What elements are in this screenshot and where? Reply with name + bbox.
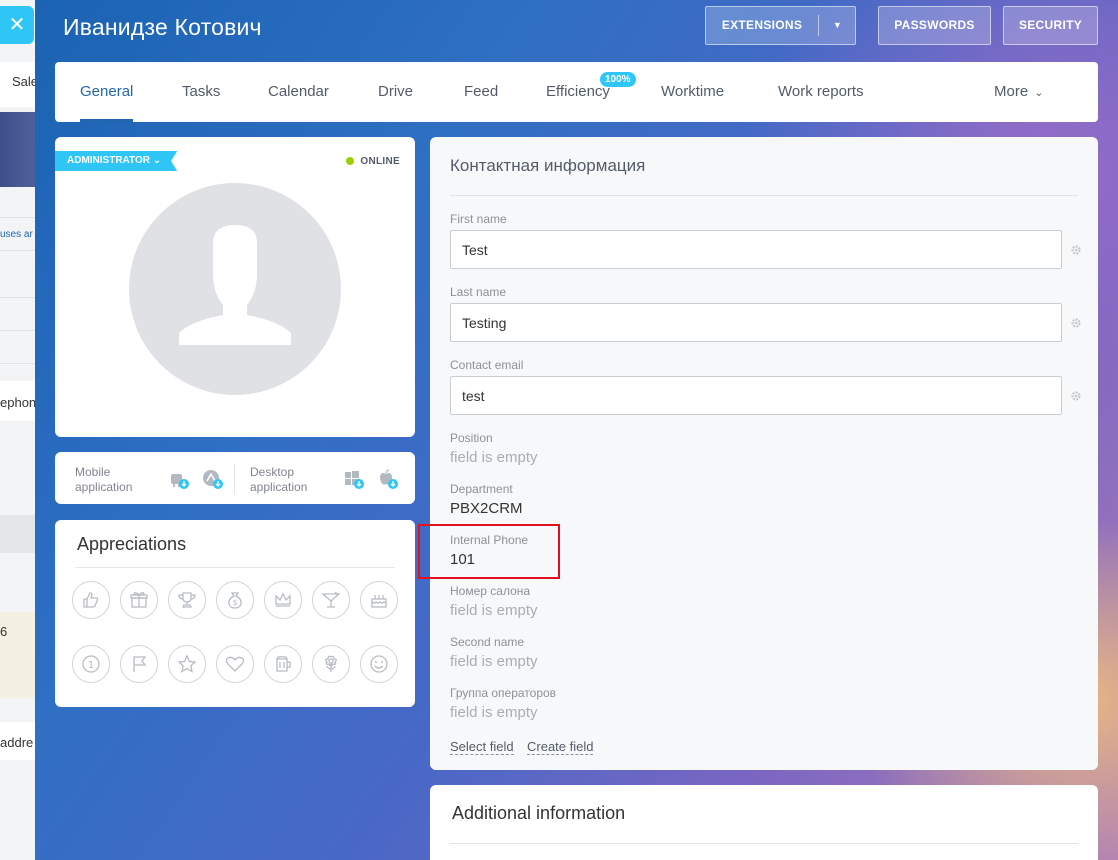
additional-info-title: Additional information: [452, 803, 626, 823]
role-label: ADMINISTRATOR: [67, 155, 150, 166]
avatar-card: ADMINISTRATOR ⌄ ONLINE: [55, 137, 415, 437]
second-name-label: Second name: [450, 635, 525, 649]
number-one-icon[interactable]: 1: [72, 645, 110, 683]
background-text: uses ar: [0, 229, 33, 240]
appreciations-title: Appreciations: [77, 534, 187, 554]
department-label: Department: [450, 482, 513, 496]
star-icon[interactable]: [168, 645, 206, 683]
extensions-button[interactable]: EXTENSIONS ▼: [705, 6, 856, 45]
dropdown-caret-icon[interactable]: ▼: [819, 7, 856, 44]
heart-icon[interactable]: [216, 645, 254, 683]
appreciations-divider: [75, 567, 395, 568]
mobile-app-label: Mobile application: [75, 465, 133, 494]
smile-icon[interactable]: [360, 645, 398, 683]
first-name-label: First name: [450, 212, 507, 226]
chevron-down-icon: ⌄: [1034, 87, 1044, 99]
contact-email-label: Contact email: [450, 358, 524, 372]
flower-icon[interactable]: [312, 645, 350, 683]
gift-icon[interactable]: [120, 581, 158, 619]
tab-calendar[interactable]: Calendar: [268, 62, 329, 122]
online-dot-icon: [346, 157, 355, 165]
tab-tasks[interactable]: Tasks: [182, 62, 220, 122]
android-download-icon[interactable]: [168, 468, 190, 490]
contact-info-divider: [450, 195, 1078, 196]
gear-icon[interactable]: [1070, 244, 1082, 256]
first-name-input[interactable]: [450, 230, 1062, 269]
cake-icon[interactable]: [360, 581, 398, 619]
tab-drive[interactable]: Drive: [378, 62, 413, 122]
chevron-down-icon: ⌄: [152, 155, 162, 166]
operator-group-value: field is empty: [450, 704, 538, 721]
role-badge[interactable]: ADMINISTRATOR ⌄: [55, 151, 177, 171]
tab-more[interactable]: More ⌄: [994, 62, 1043, 122]
background-text: 6: [0, 624, 8, 639]
department-value: PBX2CRM: [450, 500, 523, 517]
user-profile-slider: Иванидзе Котович EXTENSIONS ▼ PASSWORDS …: [35, 0, 1118, 860]
appreciations-card: Appreciations $ 1: [55, 520, 415, 707]
last-name-input[interactable]: [450, 303, 1062, 342]
avatar[interactable]: [129, 183, 341, 395]
last-name-label: Last name: [450, 285, 507, 299]
close-slider-button[interactable]: ✕: [0, 6, 34, 44]
flag-icon[interactable]: [120, 645, 158, 683]
security-button[interactable]: SECURITY: [1003, 6, 1098, 45]
tab-worktime[interactable]: Worktime: [661, 62, 724, 122]
beer-icon[interactable]: [264, 645, 302, 683]
background-row: [0, 515, 39, 553]
svg-text:1: 1: [88, 660, 94, 671]
salon-number-value: field is empty: [450, 602, 538, 619]
passwords-button[interactable]: PASSWORDS: [878, 6, 991, 45]
apps-card: Mobile application Desktop application: [55, 452, 415, 504]
thumbs-up-icon[interactable]: [72, 581, 110, 619]
online-status: ONLINE: [346, 156, 400, 167]
user-name-title: Иванидзе Котович: [63, 14, 262, 40]
svg-text:$: $: [232, 598, 237, 607]
desktop-app-label: Desktop application: [250, 465, 308, 494]
background-text: ephon: [0, 395, 37, 410]
contact-email-input[interactable]: [450, 376, 1062, 415]
tab-more-label: More: [994, 83, 1029, 100]
position-label: Position: [450, 431, 493, 445]
apps-divider: [234, 464, 235, 494]
internal-phone-highlight: [418, 524, 560, 579]
additional-info-divider: [450, 843, 1078, 844]
app-store-download-icon[interactable]: [202, 468, 224, 490]
select-field-link[interactable]: Select field: [450, 740, 514, 755]
profile-tabs: General Tasks Calendar Drive Feed Effici…: [55, 62, 1098, 122]
salon-number-label: Номер салона: [450, 584, 531, 598]
online-label: ONLINE: [360, 156, 400, 167]
cocktail-icon[interactable]: [312, 581, 350, 619]
gear-icon[interactable]: [1070, 317, 1082, 329]
money-bag-icon[interactable]: $: [216, 581, 254, 619]
tab-feed[interactable]: Feed: [464, 62, 498, 122]
background-page: ✕ Sale uses ar ephon 6 addre: [0, 0, 40, 860]
contact-info-card: Контактная информация First name Last na…: [430, 137, 1098, 770]
user-silhouette-icon: [179, 225, 291, 345]
apple-download-icon[interactable]: [377, 468, 399, 490]
background-banner: [0, 112, 39, 187]
extensions-label: EXTENSIONS: [721, 18, 803, 32]
gear-icon[interactable]: [1070, 390, 1082, 402]
additional-info-card: Additional information: [430, 785, 1098, 860]
operator-group-label: Группа операторов: [450, 686, 557, 700]
trophy-icon[interactable]: [168, 581, 206, 619]
crown-icon[interactable]: [264, 581, 302, 619]
position-value: field is empty: [450, 449, 538, 466]
contact-info-title: Контактная информация: [450, 156, 646, 175]
efficiency-badge: 100%: [600, 72, 636, 87]
tab-general[interactable]: General: [80, 62, 134, 122]
tab-work-reports[interactable]: Work reports: [778, 62, 864, 122]
background-text: addre: [0, 735, 34, 750]
windows-download-icon[interactable]: [343, 468, 365, 490]
tab-efficiency[interactable]: Efficiency: [546, 62, 610, 122]
create-field-link[interactable]: Create field: [527, 740, 594, 755]
second-name-value: field is empty: [450, 653, 538, 670]
